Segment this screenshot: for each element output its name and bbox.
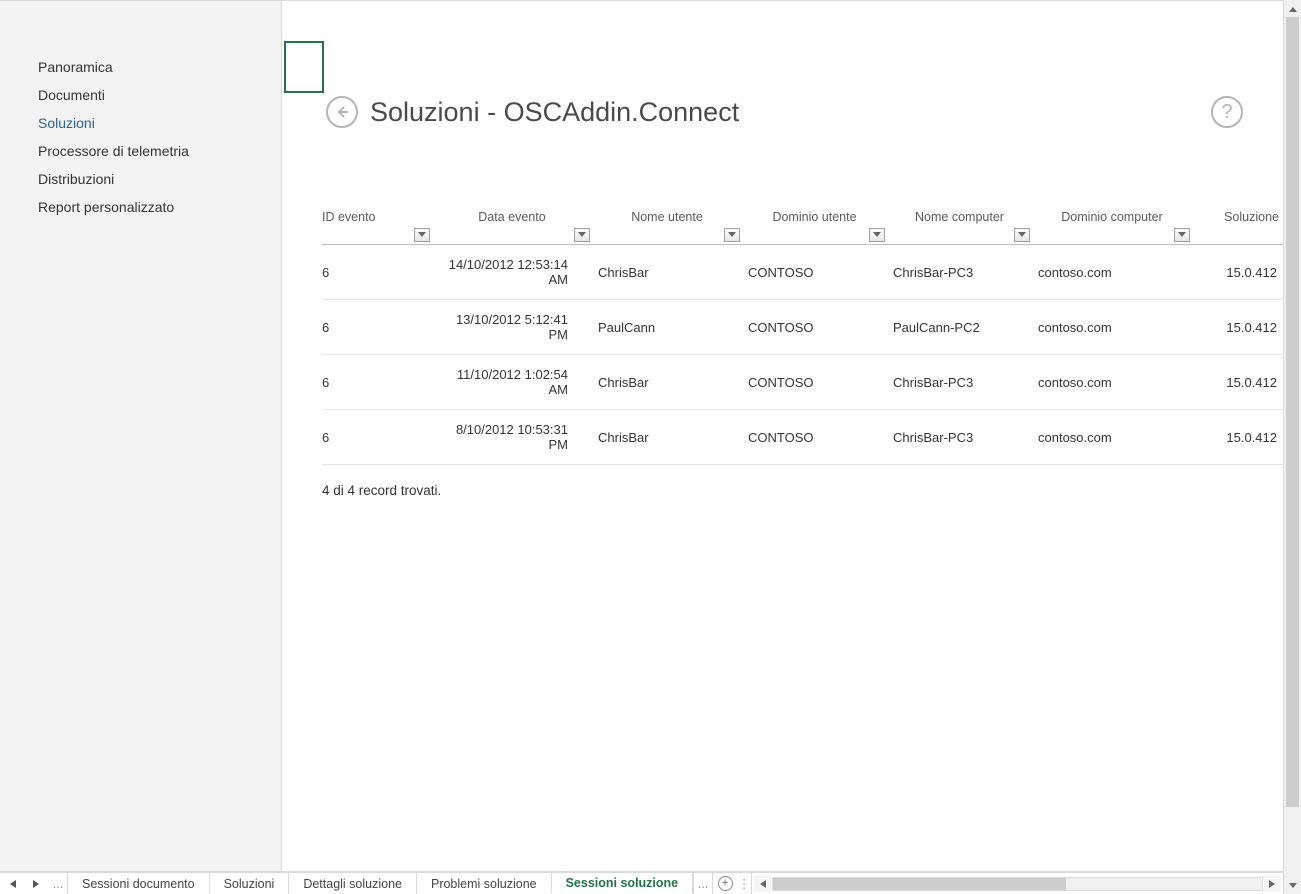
cell-id: 6 [322,300,432,355]
tab-dettagli-soluzione[interactable]: Dettagli soluzione [288,873,417,894]
cell-id: 6 [322,355,432,410]
cell-sol: 15.0.412 [1192,245,1283,300]
add-sheet-button[interactable]: + [713,873,737,894]
scroll-thumb[interactable] [1286,17,1299,807]
cell-udom: CONTOSO [742,355,887,410]
cell-sol: 15.0.412 [1192,410,1283,465]
page-title: Soluzioni - OSCAddin.Connect [370,97,739,128]
cell-cdom: contoso.com [1032,245,1192,300]
hscroll-left-button[interactable] [754,875,771,892]
sidebar-item-processore-telemetria[interactable]: Processore di telemetria [0,137,281,165]
tab-problemi-soluzione[interactable]: Problemi soluzione [416,873,552,894]
tab-sessioni-documento[interactable]: Sessioni documento [67,873,210,894]
chevron-down-icon [728,232,736,238]
cell-cdom: contoso.com [1032,355,1192,410]
cell-comp: ChrisBar-PC3 [887,410,1032,465]
chevron-down-icon [873,232,881,238]
tab-soluzioni[interactable]: Soluzioni [209,873,290,894]
scroll-track[interactable] [1284,17,1301,877]
chevron-down-icon [1018,232,1026,238]
tab-nav-prev[interactable] [0,873,24,894]
cell-user: PaulCann [592,300,742,355]
sidebar-item-panoramica[interactable]: Panoramica [0,53,281,81]
horizontal-scrollbar[interactable] [751,873,1283,894]
scroll-up-button[interactable] [1284,0,1301,17]
col-dominio-computer: Dominio computer [1032,206,1192,245]
cell-sol: 15.0.412 [1192,300,1283,355]
tab-nav-more[interactable]: ... [48,873,68,894]
cell-udom: CONTOSO [742,300,887,355]
table-header-row: ID evento Data evento Nome utente Domini… [322,206,1283,245]
cell-udom: CONTOSO [742,245,887,300]
hscroll-thumb[interactable] [773,878,1066,890]
cell-comp: PaulCann-PC2 [887,300,1032,355]
table-row[interactable]: 6 14/10/2012 12:53:14 AM ChrisBar CONTOS… [322,245,1283,300]
triangle-left-icon [9,880,16,888]
sidebar-item-report-personalizzato[interactable]: Report personalizzato [0,193,281,221]
filter-button-userdom[interactable] [869,228,885,242]
cell-date: 11/10/2012 1:02:54 AM [432,355,592,410]
cell-date: 8/10/2012 10:53:31 PM [432,410,592,465]
session-table: ID evento Data evento Nome utente Domini… [322,206,1283,465]
filter-button-id[interactable] [414,228,430,242]
arrow-left-icon [334,104,350,120]
cell-date: 14/10/2012 12:53:14 AM [432,245,592,300]
tab-sessioni-soluzione[interactable]: Sessioni soluzione [551,873,694,894]
vertical-scrollbar[interactable] [1283,0,1301,894]
page-header: Soluzioni - OSCAddin.Connect ? [282,1,1283,128]
table-row[interactable]: 6 13/10/2012 5:12:41 PM PaulCann CONTOSO… [322,300,1283,355]
hscroll-right-button[interactable] [1264,875,1281,892]
scroll-down-button[interactable] [1284,877,1301,894]
sidebar-item-documenti[interactable]: Documenti [0,81,281,109]
col-nome-computer: Nome computer [887,206,1032,245]
cell-cdom: contoso.com [1032,410,1192,465]
cell-udom: CONTOSO [742,410,887,465]
chevron-down-icon [578,232,586,238]
filter-button-user[interactable] [724,228,740,242]
col-nome-utente: Nome utente [592,206,742,245]
question-icon: ? [1221,101,1232,124]
tab-overflow[interactable]: ... [693,873,713,894]
plus-icon: + [718,876,733,891]
cell-user: ChrisBar [592,245,742,300]
sidebar: Panoramica Documenti Soluzioni Processor… [0,0,282,872]
table-row[interactable]: 6 8/10/2012 10:53:31 PM ChrisBar CONTOSO… [322,410,1283,465]
tab-divider[interactable]: ⋮ [737,873,751,894]
triangle-up-icon [1289,6,1297,12]
cell-user: ChrisBar [592,410,742,465]
cell-sol: 15.0.412 [1192,355,1283,410]
sidebar-item-distribuzioni[interactable]: Distribuzioni [0,165,281,193]
hscroll-track[interactable] [772,877,1263,891]
main-content: Soluzioni - OSCAddin.Connect ? ID evento… [282,0,1283,872]
table-row[interactable]: 6 11/10/2012 1:02:54 AM ChrisBar CONTOSO… [322,355,1283,410]
chevron-down-icon [1178,232,1186,238]
cell-id: 6 [322,410,432,465]
col-id-evento: ID evento [322,206,432,245]
col-soluzione: Soluzione [1192,206,1283,245]
sheet-tabs-bar: ... Sessioni documento Soluzioni Dettagl… [0,872,1283,894]
record-count-text: 4 di 4 record trovati. [282,465,1283,498]
cell-comp: ChrisBar-PC3 [887,355,1032,410]
triangle-right-icon [33,880,40,888]
sidebar-item-soluzioni[interactable]: Soluzioni [0,109,281,137]
cell-comp: ChrisBar-PC3 [887,245,1032,300]
cell-user: ChrisBar [592,355,742,410]
chevron-down-icon [418,232,426,238]
filter-button-compdom[interactable] [1174,228,1190,242]
filter-button-comp[interactable] [1014,228,1030,242]
tab-nav-next[interactable] [24,873,48,894]
col-data-evento: Data evento [432,206,592,245]
triangle-left-icon [759,880,766,888]
cell-id: 6 [322,245,432,300]
spreadsheet-selected-cell[interactable] [284,41,324,93]
filter-button-date[interactable] [574,228,590,242]
triangle-down-icon [1289,883,1297,889]
col-dominio-utente: Dominio utente [742,206,887,245]
triangle-right-icon [1269,880,1276,888]
back-button[interactable] [326,96,358,128]
cell-date: 13/10/2012 5:12:41 PM [432,300,592,355]
help-button[interactable]: ? [1211,96,1243,128]
cell-cdom: contoso.com [1032,300,1192,355]
